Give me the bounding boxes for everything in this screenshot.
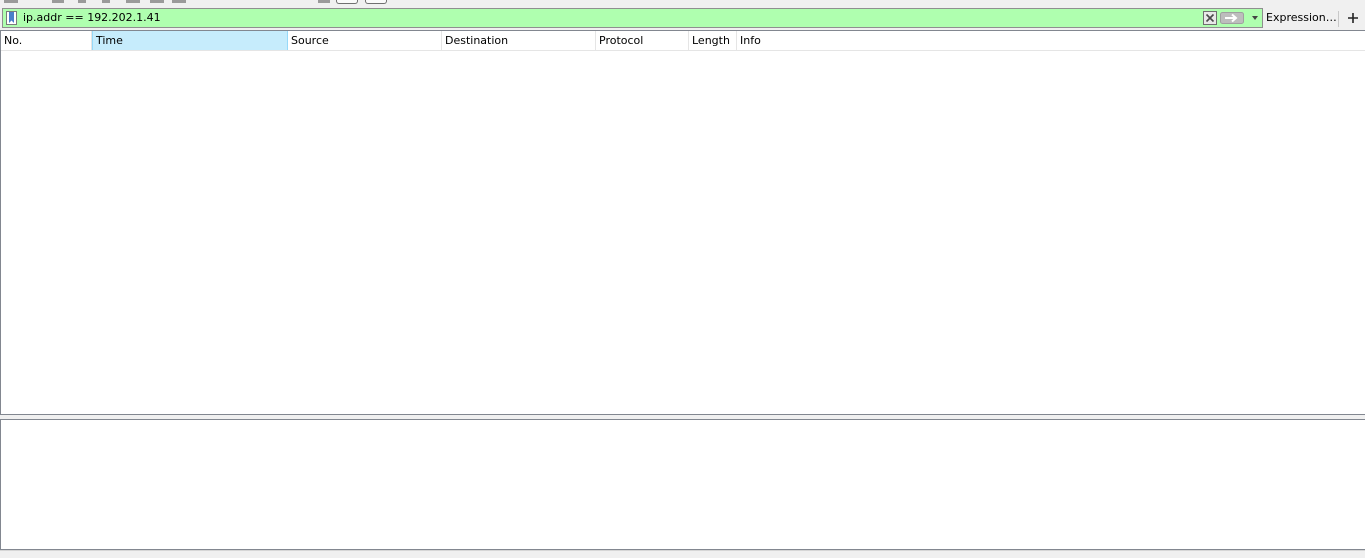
toolbar-button-fragment[interactable] (52, 0, 64, 3)
expression-button[interactable]: Expression… (1266, 10, 1337, 26)
column-header-source[interactable]: Source (288, 31, 442, 50)
toolbar-button-fragment[interactable] (102, 0, 110, 3)
column-header-protocol[interactable]: Protocol (596, 31, 689, 50)
toolbar-toggle-button[interactable] (365, 0, 387, 4)
display-filter-box (2, 8, 1263, 28)
clear-icon[interactable] (1203, 11, 1217, 25)
toolbar-button-fragment[interactable] (126, 0, 140, 3)
packet-details-pane[interactable] (0, 419, 1365, 550)
display-filter-toolbar: Expression… (0, 6, 1365, 30)
plus-icon[interactable] (1346, 11, 1360, 25)
chevron-down-icon[interactable] (1249, 11, 1261, 25)
column-header-time[interactable]: Time (92, 31, 288, 50)
column-header-no[interactable]: No. (1, 31, 92, 50)
toolbar-button-fragment[interactable] (318, 0, 330, 3)
packet-list[interactable]: No. Time Source Destination Protocol Len… (0, 30, 1365, 415)
packet-list-header: No. Time Source Destination Protocol Len… (1, 31, 1365, 51)
toolbar-button-fragment[interactable] (4, 0, 18, 3)
column-header-info[interactable]: Info (737, 31, 1365, 50)
display-filter-input[interactable] (21, 9, 1193, 27)
bookmark-icon[interactable] (6, 11, 17, 25)
toolbar-button-fragment[interactable] (150, 0, 164, 3)
toolbar-button-fragment[interactable] (172, 0, 186, 3)
column-header-length[interactable]: Length (689, 31, 737, 50)
toolbar-toggle-button[interactable] (336, 0, 358, 4)
column-header-destination[interactable]: Destination (442, 31, 596, 50)
toolbar-separator (1338, 11, 1339, 27)
arrow-right-icon[interactable] (1220, 12, 1244, 24)
toolbar-button-fragment[interactable] (78, 0, 86, 3)
